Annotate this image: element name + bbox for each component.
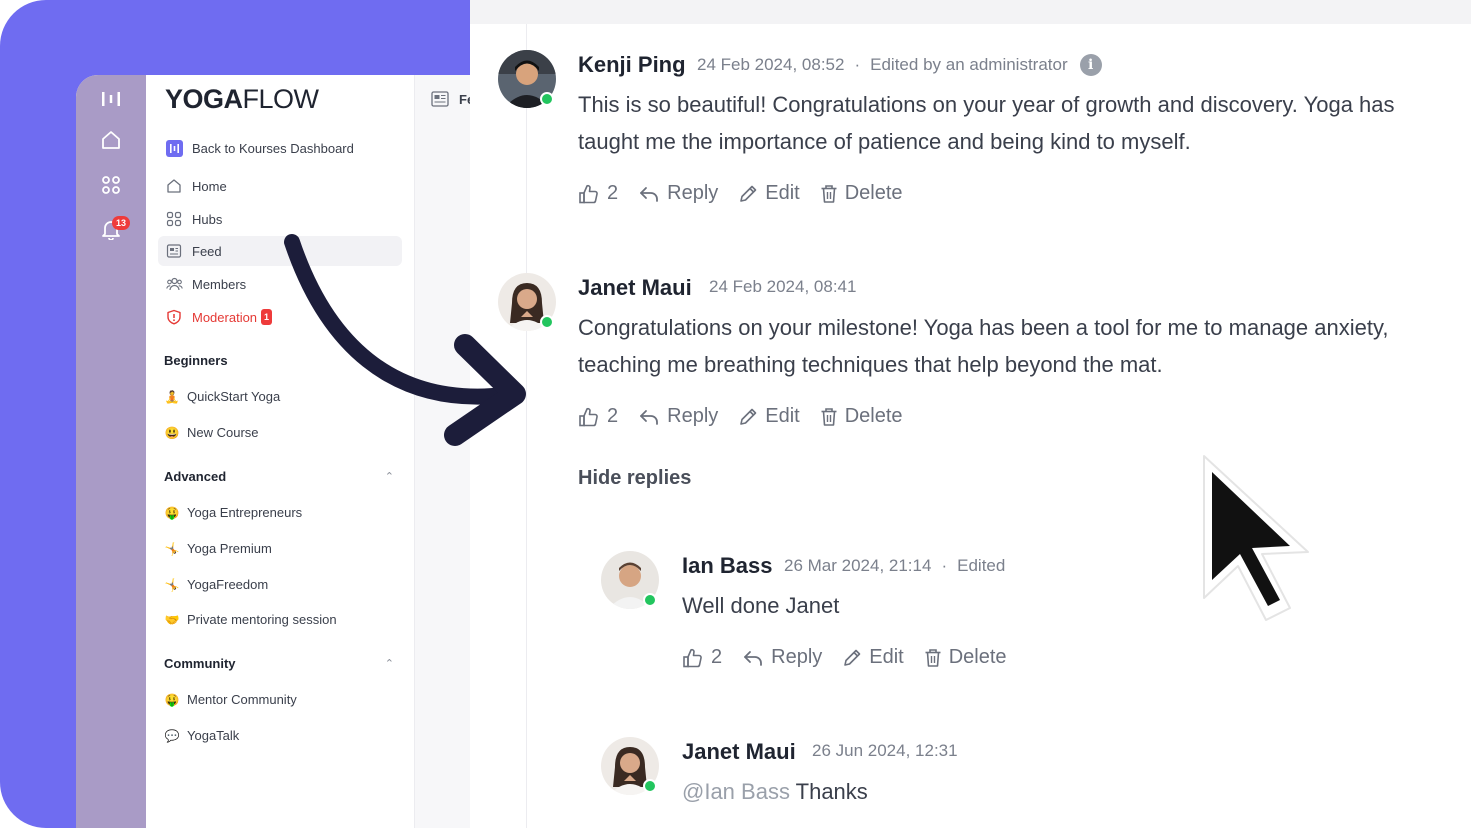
edited-label: Edited bbox=[957, 556, 1006, 575]
handshake-emoji-icon: 🤝 bbox=[164, 612, 180, 627]
edit-button[interactable]: Edit bbox=[738, 182, 800, 205]
reply-text: Well done Janet bbox=[682, 593, 840, 618]
kourses-logo-icon[interactable] bbox=[97, 85, 125, 113]
nav-home[interactable]: Home bbox=[158, 171, 402, 201]
online-indicator bbox=[643, 593, 657, 607]
course-new-course[interactable]: 😃 New Course bbox=[164, 425, 259, 440]
comment-meta: 26 Mar 2024, 21:14 · Edited bbox=[784, 556, 1006, 575]
thumbs-up-icon bbox=[579, 184, 598, 203]
hubs-icon bbox=[165, 210, 183, 228]
edit-button[interactable]: Edit bbox=[842, 646, 904, 669]
home-icon[interactable] bbox=[97, 126, 125, 154]
icon-rail: 13 bbox=[76, 75, 146, 828]
section-community[interactable]: Community ⌃ bbox=[164, 656, 394, 671]
feed-icon bbox=[165, 242, 183, 260]
comment-date: 24 Feb 2024, 08:52 bbox=[697, 55, 845, 74]
like-count: 2 bbox=[711, 646, 723, 668]
online-indicator bbox=[540, 315, 554, 329]
delete-button[interactable]: Delete bbox=[924, 646, 1007, 669]
comment-actions: 2 Reply Edit Delete bbox=[578, 182, 923, 205]
grid-icon[interactable] bbox=[97, 171, 125, 199]
course-yogafreedom[interactable]: 🤸 YogaFreedom bbox=[164, 577, 269, 592]
community-yogatalk[interactable]: 💬 YogaTalk bbox=[164, 728, 240, 743]
cartwheel-emoji-icon: 🤸 bbox=[164, 541, 180, 556]
members-icon bbox=[165, 275, 183, 293]
course-private-mentoring[interactable]: 🤝 Private mentoring session bbox=[164, 612, 337, 627]
delete-button[interactable]: Delete bbox=[820, 405, 903, 428]
chevron-up-icon[interactable]: ⌃ bbox=[385, 657, 394, 670]
mouse-cursor-icon bbox=[1203, 455, 1309, 621]
curved-arrow-icon bbox=[284, 234, 526, 446]
reply-actions: 2 Reply Edit Delete bbox=[682, 646, 1027, 669]
pencil-icon bbox=[740, 408, 757, 425]
notification-badge: 13 bbox=[112, 216, 130, 230]
comment-date: 26 Mar 2024, 21:14 bbox=[784, 556, 932, 575]
reply-button[interactable]: Reply bbox=[742, 646, 822, 669]
comment-actions: 2 Reply Edit Delete bbox=[578, 405, 923, 428]
mention-link[interactable]: @Ian Bass bbox=[682, 779, 790, 804]
thumbs-up-icon bbox=[579, 407, 598, 426]
home-icon bbox=[165, 177, 183, 195]
money-face-emoji-icon: 🤑 bbox=[164, 505, 180, 520]
reply-icon bbox=[640, 186, 659, 202]
commenter-name[interactable]: Kenji Ping bbox=[578, 52, 686, 78]
online-indicator bbox=[540, 92, 554, 106]
comment-date: 26 Jun 2024, 12:31 bbox=[812, 741, 958, 760]
smile-emoji-icon: 😃 bbox=[164, 425, 180, 440]
comment-text: Congratulations on your milestone! Yoga … bbox=[578, 315, 1389, 377]
course-yoga-entrepreneurs[interactable]: 🤑 Yoga Entrepreneurs bbox=[164, 505, 303, 520]
delete-button[interactable]: Delete bbox=[820, 182, 903, 205]
community-mentor[interactable]: 🤑 Mentor Community bbox=[164, 692, 297, 707]
like-button[interactable]: 2 bbox=[578, 405, 618, 428]
hide-replies-link[interactable]: Hide replies bbox=[578, 467, 691, 490]
edited-label: Edited by an administrator bbox=[870, 55, 1068, 74]
reply-text: @Ian Bass Thanks bbox=[682, 779, 868, 804]
commenter-name[interactable]: Ian Bass bbox=[682, 553, 773, 579]
chevron-up-icon[interactable]: ⌃ bbox=[385, 470, 394, 483]
comment-date: 24 Feb 2024, 08:41 bbox=[709, 277, 857, 296]
reply-icon bbox=[640, 409, 659, 425]
course-yoga-premium[interactable]: 🤸 Yoga Premium bbox=[164, 541, 272, 556]
reply-button[interactable]: Reply bbox=[638, 405, 718, 428]
edit-button[interactable]: Edit bbox=[738, 405, 800, 428]
comment-meta: 26 Jun 2024, 12:31 bbox=[812, 741, 958, 761]
feed-header: Fe bbox=[431, 91, 474, 107]
pencil-icon bbox=[844, 649, 861, 666]
kourses-app-icon bbox=[165, 139, 183, 157]
commenter-name[interactable]: Janet Maui bbox=[682, 739, 796, 765]
trash-icon bbox=[821, 184, 837, 203]
online-indicator bbox=[643, 779, 657, 793]
feed-icon bbox=[431, 91, 449, 107]
reply-icon bbox=[744, 650, 763, 666]
commenter-name[interactable]: Janet Maui bbox=[578, 275, 692, 301]
back-to-dashboard-link[interactable]: Back to Kourses Dashboard bbox=[158, 133, 402, 163]
like-count: 2 bbox=[607, 182, 619, 204]
comment-meta: 24 Feb 2024, 08:41 bbox=[709, 277, 856, 297]
pencil-icon bbox=[740, 185, 757, 202]
comment-text: This is so beautiful! Congratulations on… bbox=[578, 92, 1395, 154]
moderation-badge: 1 bbox=[261, 309, 273, 325]
info-icon[interactable]: i bbox=[1079, 54, 1102, 76]
like-button[interactable]: 2 bbox=[578, 182, 618, 205]
comment-meta: 24 Feb 2024, 08:52 · Edited by an admini… bbox=[697, 54, 1102, 76]
cartwheel-emoji-icon: 🤸 bbox=[164, 577, 180, 592]
like-count: 2 bbox=[607, 405, 619, 427]
yoga-emoji-icon: 🧘 bbox=[164, 389, 180, 404]
like-button[interactable]: 2 bbox=[682, 646, 722, 669]
shield-icon bbox=[165, 308, 183, 326]
money-face-emoji-icon: 🤑 bbox=[164, 692, 180, 707]
speech-bubble-emoji-icon: 💬 bbox=[164, 728, 180, 743]
trash-icon bbox=[821, 407, 837, 426]
reply-button[interactable]: Reply bbox=[638, 182, 718, 205]
comments-panel: Kenji Ping 24 Feb 2024, 08:52 · Edited b… bbox=[470, 0, 1471, 828]
yogaflow-logo: YOGAFLOW bbox=[165, 84, 319, 114]
section-advanced[interactable]: Advanced ⌃ bbox=[164, 469, 394, 484]
thumbs-up-icon bbox=[683, 648, 702, 667]
trash-icon bbox=[925, 648, 941, 667]
course-quickstart-yoga[interactable]: 🧘 QuickStart Yoga bbox=[164, 389, 281, 404]
